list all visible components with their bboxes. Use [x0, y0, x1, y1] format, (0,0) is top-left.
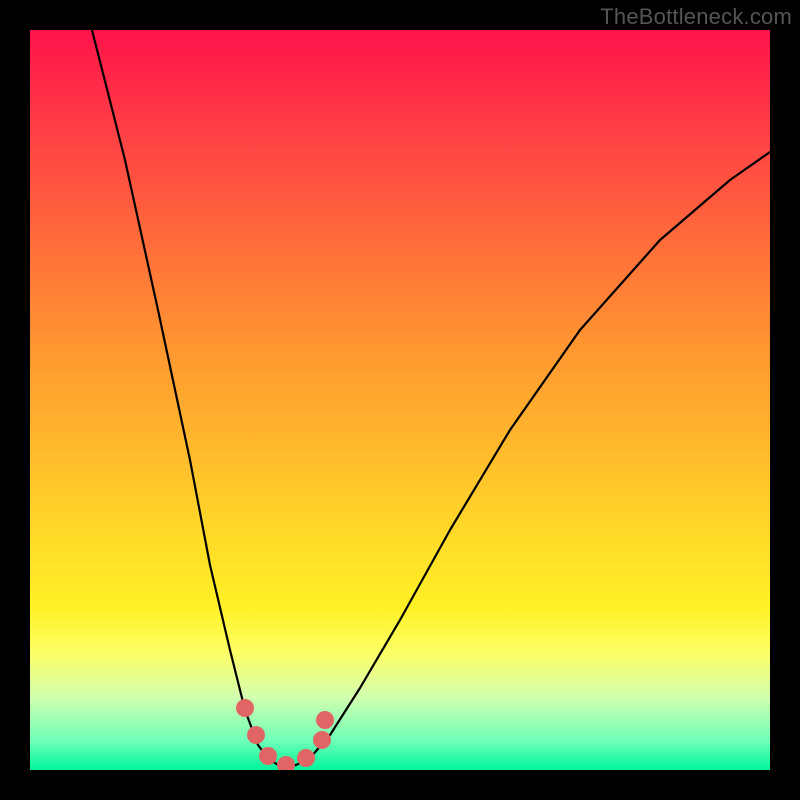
chart-svg — [30, 30, 770, 770]
marker-point — [236, 699, 254, 717]
marker-group — [236, 699, 334, 770]
watermark-text: TheBottleneck.com — [600, 4, 792, 30]
marker-point — [316, 711, 334, 729]
marker-point — [297, 749, 315, 767]
plot-area — [30, 30, 770, 770]
marker-point — [259, 747, 277, 765]
outer-frame: TheBottleneck.com — [0, 0, 800, 800]
marker-point — [313, 731, 331, 749]
marker-point — [247, 726, 265, 744]
marker-point — [277, 756, 295, 770]
bottleneck-curve — [92, 30, 770, 767]
